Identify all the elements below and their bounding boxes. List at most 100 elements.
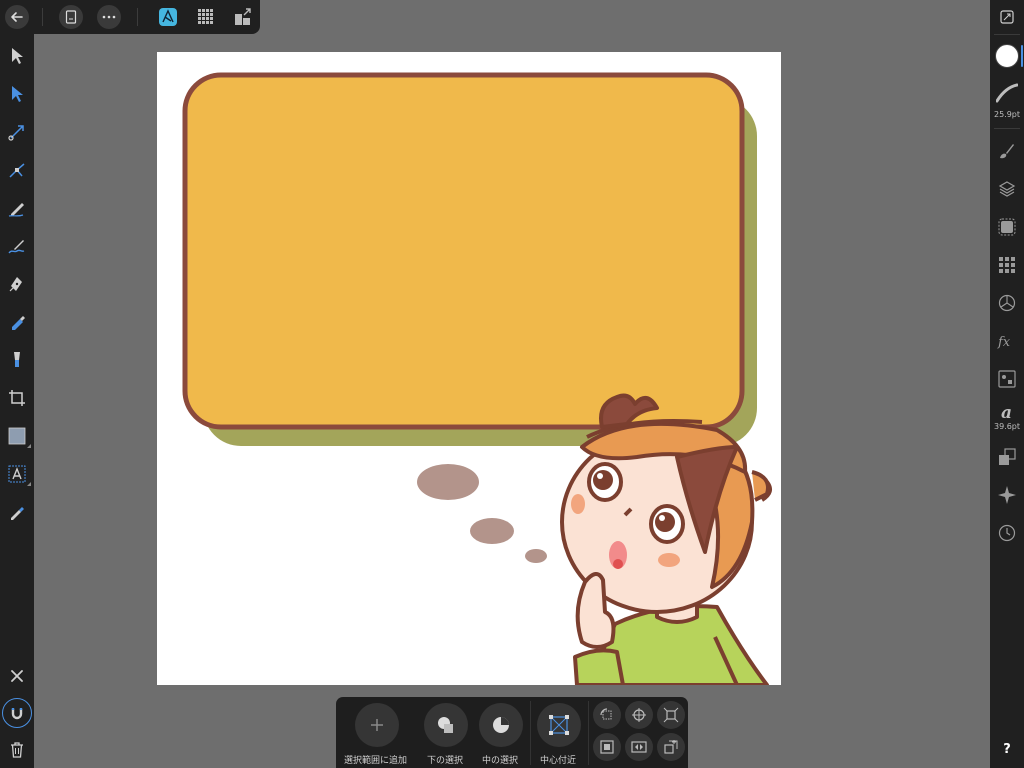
navigator-panel-button[interactable] (995, 483, 1019, 507)
top-toolbar (0, 0, 260, 34)
pixel-persona-button[interactable] (194, 5, 218, 29)
center-near-button[interactable] (537, 703, 581, 747)
snapping-button[interactable] (2, 698, 32, 728)
brushes-panel-button[interactable] (995, 139, 1019, 163)
styles-icon (998, 370, 1016, 388)
navigator-icon (998, 486, 1016, 504)
transform-icon (999, 448, 1016, 465)
fill-tool[interactable] (5, 310, 29, 334)
center-near-icon (549, 715, 569, 735)
studio-panel: 25.9pt fx a 39.6pt ? (990, 0, 1024, 768)
select-below-button[interactable] (424, 703, 468, 747)
layers-icon (998, 181, 1016, 197)
fullscreen-button[interactable] (995, 5, 1019, 29)
rotate-transform-button[interactable] (593, 701, 621, 729)
node-tool[interactable] (5, 82, 29, 106)
plus-icon (371, 719, 383, 731)
color-panel-button[interactable] (994, 43, 1020, 69)
transform-panel-button[interactable] (995, 445, 1019, 469)
select-below-label: 下の選択 (427, 756, 464, 766)
rotate-icon (600, 708, 612, 720)
back-button[interactable] (5, 5, 29, 29)
add-to-selection-label: 選択範囲に追加 (344, 756, 408, 766)
duplicate-icon (664, 740, 678, 754)
color-picker-tool[interactable] (5, 500, 29, 524)
stroke-icon (996, 83, 1018, 103)
transform-origin-button[interactable] (625, 701, 653, 729)
effects-icon (998, 218, 1016, 236)
close-icon (11, 670, 23, 682)
artboard[interactable] (157, 52, 781, 685)
pencil-tool-icon (8, 203, 24, 217)
document-icon (65, 10, 77, 24)
fx-panel-button[interactable]: fx (995, 329, 1019, 353)
designer-persona-button[interactable] (156, 5, 180, 29)
context-toolbar: 選択範囲に追加 下の選択 中の選択 中心付近 (336, 697, 688, 768)
move-tool-icon (12, 48, 23, 64)
fill-tool-icon (12, 316, 25, 330)
stroke-width-label: 25.9pt (993, 110, 1021, 119)
transparency-tool-icon (14, 352, 20, 367)
pen-tool[interactable] (5, 272, 29, 296)
pixel-persona-icon (198, 9, 213, 24)
toolbar-divider (137, 8, 138, 26)
bounding-box-button[interactable] (593, 733, 621, 761)
vector-brush-tool[interactable] (5, 234, 29, 258)
help-button[interactable]: ? (990, 742, 1024, 757)
history-panel-button[interactable] (995, 521, 1019, 545)
delete-button[interactable] (5, 738, 29, 762)
flip-icon (631, 741, 647, 753)
flip-button[interactable] (625, 733, 653, 761)
select-inside-button[interactable] (479, 703, 523, 747)
appearance-panel-button[interactable] (995, 291, 1019, 315)
select-below-icon (438, 717, 453, 733)
flyout-indicator (27, 444, 31, 448)
artistic-text-tool[interactable] (5, 462, 31, 486)
crop-tool[interactable] (5, 386, 29, 410)
pen-tool-icon (9, 277, 22, 292)
font-size-label: 39.6pt (993, 422, 1021, 431)
document-button[interactable] (59, 5, 83, 29)
duplicate-button[interactable] (657, 733, 685, 761)
add-to-selection-button[interactable] (355, 703, 399, 747)
more-icon (102, 15, 116, 19)
crop-tool-icon (9, 390, 25, 406)
close-button[interactable] (5, 664, 29, 688)
designer-persona-icon (159, 8, 177, 26)
thought-dot-small (525, 549, 547, 563)
pencil-tool[interactable] (5, 196, 29, 220)
layers-panel-button[interactable] (995, 177, 1019, 201)
export-persona-button[interactable] (231, 5, 255, 29)
more-button[interactable] (97, 5, 121, 29)
trash-icon (11, 742, 23, 758)
corner-tool[interactable] (5, 158, 29, 182)
thought-dot-medium (470, 518, 514, 544)
scale-transform-button[interactable] (657, 701, 685, 729)
effects-panel-button[interactable] (995, 215, 1019, 239)
appearance-icon (998, 294, 1016, 312)
node-tool-icon (12, 86, 23, 102)
toolbar-divider (588, 701, 589, 765)
history-icon (998, 524, 1016, 542)
stroke-panel-button[interactable] (995, 81, 1019, 105)
artistic-text-tool-icon (8, 465, 26, 483)
tools-panel (0, 34, 34, 768)
move-tool[interactable] (5, 44, 29, 68)
export-persona-icon (235, 8, 251, 25)
snapping-icon (11, 708, 23, 720)
brushes-icon (1000, 144, 1014, 159)
rectangle-shape-tool[interactable] (5, 424, 31, 448)
active-panel-indicator (1021, 45, 1023, 67)
vector-brush-tool-icon (8, 240, 25, 254)
fullscreen-icon (1000, 10, 1014, 24)
color-swatch-icon (995, 44, 1019, 68)
swatches-panel-button[interactable] (995, 253, 1019, 277)
text-panel-button[interactable]: a (995, 400, 1019, 424)
point-transform-tool[interactable] (5, 120, 29, 144)
bounding-box-icon (600, 740, 614, 754)
select-inside-icon (493, 717, 509, 733)
transparency-tool[interactable] (5, 348, 29, 372)
styles-panel-button[interactable] (995, 367, 1019, 391)
text-icon: a (1001, 403, 1012, 421)
svg-text:fx: fx (997, 335, 1011, 349)
